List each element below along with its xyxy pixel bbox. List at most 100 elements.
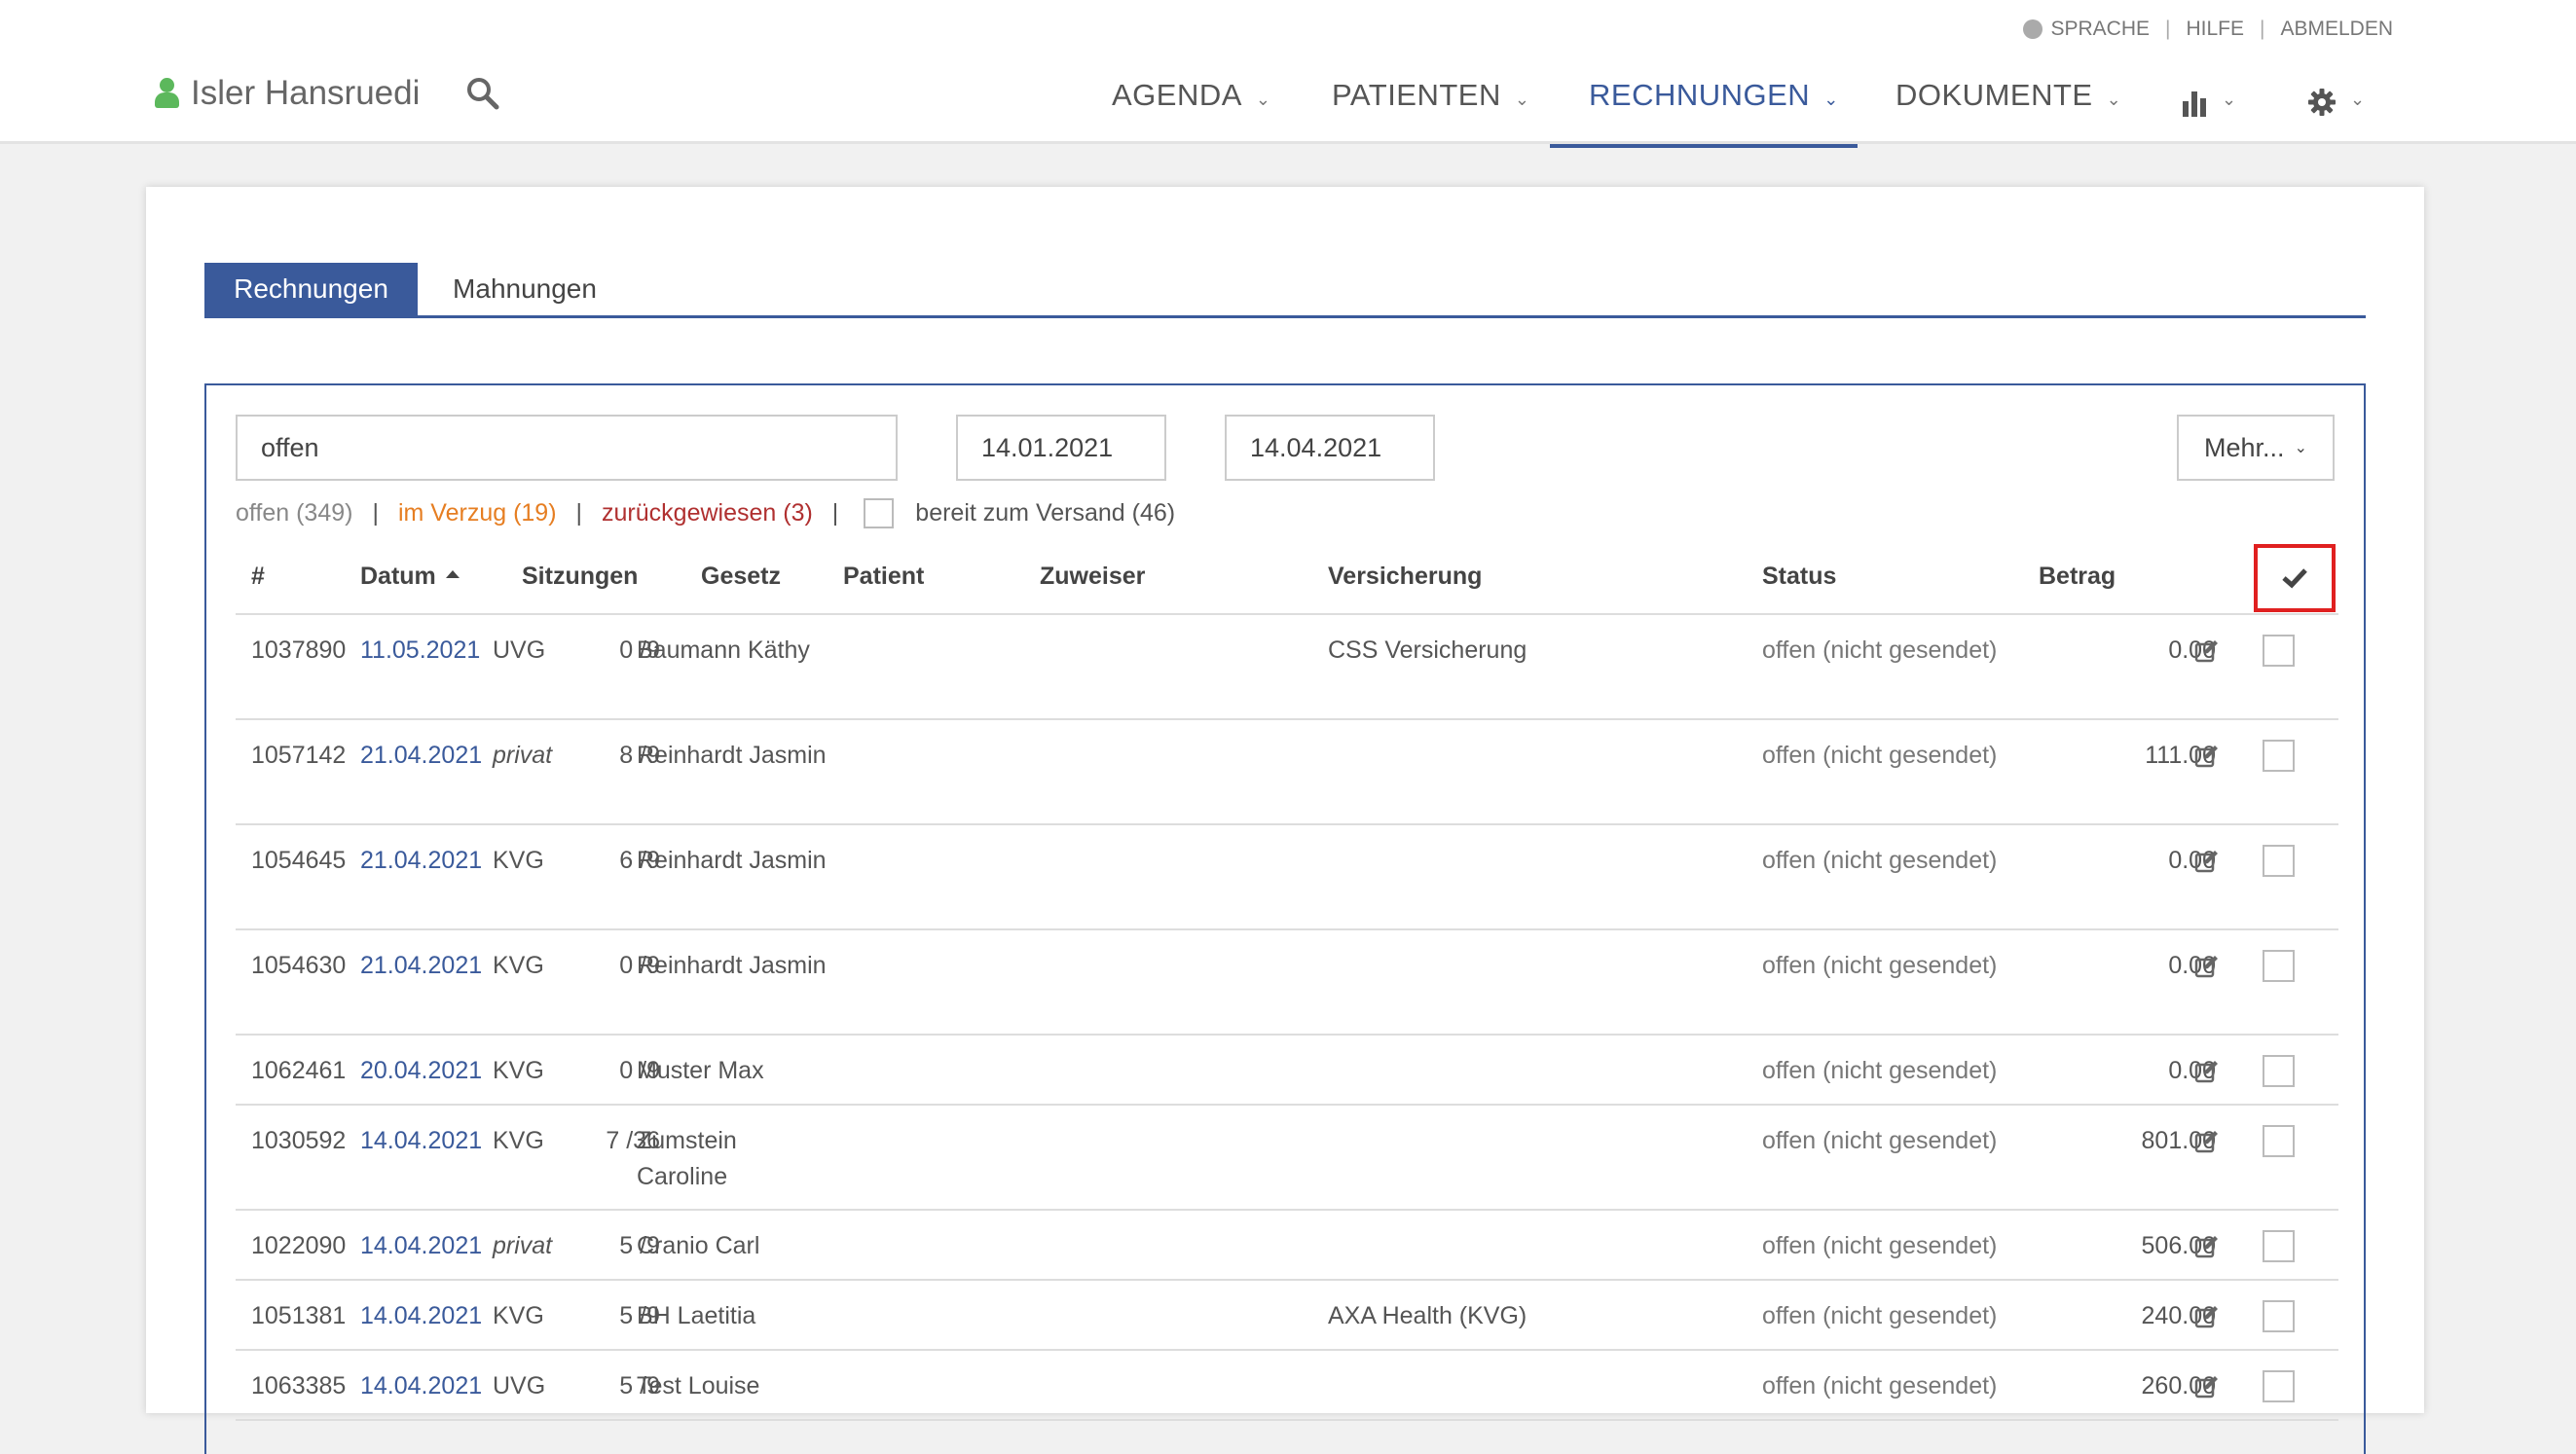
row-select-checkbox[interactable] (2263, 635, 2295, 667)
divider: | (575, 499, 583, 527)
table-row[interactable]: 1037890 11.05.2021 0 /9 UVG Baumann Käthy CSS… (236, 615, 2338, 720)
patient-cell: Muster Max (637, 1057, 764, 1084)
row-select-checkbox[interactable] (2263, 845, 2295, 877)
ready-to-send-label: bereit zum Versand (46) (915, 499, 1176, 527)
nav-agenda[interactable]: AGENDA ⌄ (1112, 78, 1271, 142)
law-cell: KVG (493, 847, 544, 874)
nav-documents-label: DOKUMENTE (1895, 78, 2093, 112)
status-filter-input[interactable]: offen (236, 415, 898, 481)
invoice-number: 1063385 (251, 1372, 347, 1399)
row-select-checkbox[interactable] (2263, 1370, 2295, 1402)
ready-to-send-checkbox[interactable] (864, 498, 895, 528)
column-header-date[interactable]: Datum (360, 563, 460, 591)
top-links: SPRACHE | HILFE | ABMELDEN (2023, 18, 2393, 41)
patient-cell: Test Louise (637, 1372, 760, 1399)
table-row[interactable]: 1057142 21.04.2021 8 /9 privat Reinhardt Jas… (236, 720, 2338, 825)
filter-overdue-link[interactable]: im Verzug (19) (398, 499, 557, 527)
column-header-insurance[interactable]: Versicherung (1328, 563, 1482, 591)
row-select-checkbox[interactable] (2263, 1125, 2295, 1157)
globe-icon (2023, 19, 2043, 39)
table-row[interactable]: 1051381 14.04.2021 5 /9 KVG BH Laetitia AXA H… (236, 1281, 2338, 1351)
status-cell: offen (nicht gesendet) (1762, 636, 1998, 664)
chevron-down-icon: ⌄ (1255, 90, 1271, 109)
column-header-law[interactable]: Gesetz (701, 563, 781, 591)
select-all-button[interactable] (2254, 544, 2336, 612)
patient-cell: Reinhardt Jasmin (637, 742, 827, 769)
edit-icon[interactable] (2194, 744, 2220, 769)
column-header-status[interactable]: Status (1762, 563, 1836, 591)
divider: | (831, 499, 839, 527)
invoice-number: 1022090 (251, 1232, 347, 1259)
status-cell: offen (nicht gesendet) (1762, 1302, 1998, 1329)
tab-reminders[interactable]: Mahnungen (418, 263, 632, 315)
row-select-checkbox[interactable] (2263, 1300, 2295, 1332)
column-header-patient[interactable]: Patient (843, 563, 924, 591)
logout-link[interactable]: ABMELDEN (2280, 18, 2393, 41)
edit-icon[interactable] (2194, 954, 2220, 979)
column-header-amount[interactable]: Betrag (2039, 563, 2116, 591)
patient-cell: Zumstein Caroline (637, 1127, 737, 1190)
date-from-input[interactable]: 14.01.2021 (956, 415, 1166, 481)
nav-patients[interactable]: PATIENTEN ⌄ (1332, 78, 1529, 142)
status-cell: offen (nicht gesendet) (1762, 742, 1998, 769)
table-row[interactable]: 1062461 20.04.2021 0 /9 KVG Muster Max offen … (236, 1036, 2338, 1106)
edit-icon[interactable] (2194, 1304, 2220, 1329)
edit-icon[interactable] (2194, 1234, 2220, 1259)
row-select-checkbox[interactable] (2263, 740, 2295, 772)
quick-filters: offen (349) | im Verzug (19) | zurückgew… (236, 498, 1175, 528)
filter-rejected-link[interactable]: zurückgewiesen (3) (602, 499, 813, 527)
column-header-date-label: Datum (360, 563, 436, 590)
sessions-cell: 5 /9 (619, 1232, 660, 1259)
active-nav-indicator (1550, 144, 1858, 148)
row-select-checkbox[interactable] (2263, 1055, 2295, 1087)
help-link[interactable]: HILFE (2186, 18, 2244, 41)
more-button[interactable]: Mehr... ⌄ (2177, 415, 2335, 481)
edit-icon[interactable] (2194, 1129, 2220, 1154)
language-link[interactable]: SPRACHE (2050, 18, 2150, 41)
insurance-cell: CSS Versicherung (1328, 636, 1527, 664)
law-cell: KVG (493, 1057, 544, 1084)
nav-invoices-label: RECHNUNGEN (1589, 78, 1811, 112)
gear-icon (2308, 89, 2336, 116)
row-select-checkbox[interactable] (2263, 950, 2295, 982)
tab-invoices[interactable]: Rechnungen (204, 263, 418, 315)
invoice-number: 1057142 (251, 742, 347, 769)
row-select-checkbox[interactable] (2263, 1230, 2295, 1262)
table-row[interactable]: 1030592 14.04.2021 7 /36 KVG Zumstein Caroli… (236, 1106, 2338, 1211)
law-cell: privat (493, 1232, 553, 1259)
chevron-down-icon: ⌄ (2222, 90, 2237, 109)
sessions-cell: 7 /36 (606, 1127, 660, 1154)
law-cell: UVG (493, 1372, 546, 1399)
column-header-sessions[interactable]: Sitzungen (522, 563, 638, 591)
patient-cell: BH Laetitia (637, 1302, 756, 1329)
column-header-referrer[interactable]: Zuweiser (1040, 563, 1145, 591)
law-cell: UVG (493, 636, 546, 664)
edit-icon[interactable] (2194, 1374, 2220, 1399)
edit-icon[interactable] (2194, 849, 2220, 874)
sort-ascending-icon (445, 570, 460, 579)
status-cell: offen (nicht gesendet) (1762, 1057, 1998, 1084)
status-cell: offen (nicht gesendet) (1762, 1232, 1998, 1259)
sessions-cell: 0 /9 (619, 636, 660, 664)
nav-agenda-label: AGENDA (1112, 78, 1242, 112)
invoice-card: Rechnungen Mahnungen offen 14.01.2021 14… (146, 187, 2424, 1454)
table-row[interactable]: 1054630 21.04.2021 0 /9 KVG Reinhardt Jasmin… (236, 930, 2338, 1036)
edit-icon[interactable] (2194, 638, 2220, 664)
nav-invoices[interactable]: RECHNUNGEN ⌄ (1589, 78, 1839, 142)
date-to-input[interactable]: 14.04.2021 (1225, 415, 1435, 481)
table-row[interactable]: 1022090 14.04.2021 5 /9 privat Cranio Carl of… (236, 1211, 2338, 1281)
column-header-num: # (251, 563, 265, 590)
chevron-down-icon: ⌄ (2106, 90, 2122, 109)
law-cell: KVG (493, 1302, 544, 1329)
insurance-cell: AXA Health (KVG) (1328, 1302, 1527, 1329)
nav-statistics[interactable]: ⌄ (2181, 90, 2237, 154)
invoice-number: 1037890 (251, 636, 347, 664)
nav-settings[interactable]: ⌄ (2307, 88, 2366, 152)
edit-icon[interactable] (2194, 1059, 2220, 1084)
filter-open-link[interactable]: offen (349) (236, 499, 352, 527)
nav-documents[interactable]: DOKUMENTE ⌄ (1895, 78, 2121, 142)
patient-cell: Reinhardt Jasmin (637, 847, 827, 874)
sessions-cell: 0 /9 (619, 952, 660, 979)
table-row[interactable]: 1054645 21.04.2021 6 /9 KVG Reinhardt Jasmin… (236, 825, 2338, 930)
table-row[interactable]: 1063385 14.04.2021 5 /9 UVG Test Louise offen… (236, 1351, 2338, 1421)
